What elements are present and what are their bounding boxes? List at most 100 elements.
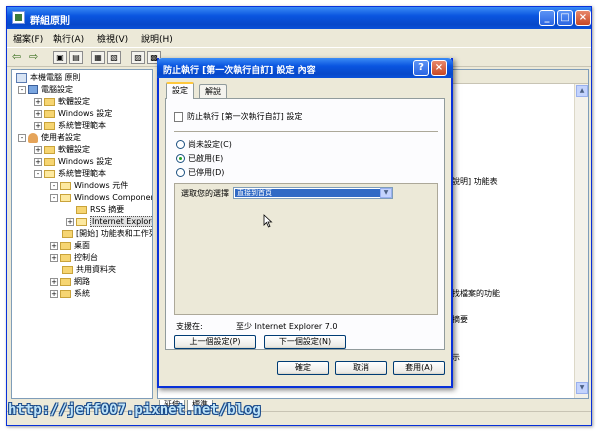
expand-icon[interactable]: + bbox=[34, 97, 42, 106]
tree-item-control-panel[interactable]: + 控制台 bbox=[50, 252, 98, 264]
tree-item-software-settings[interactable]: + 軟體設定 bbox=[34, 96, 90, 108]
tree-item-windows-settings[interactable]: + Windows 設定 bbox=[34, 108, 112, 120]
dialog-title: 防止執行 [第一次執行自訂] 設定 內容 bbox=[163, 66, 316, 76]
policy-name: 防止執行 [第一次執行自訂] 設定 bbox=[174, 111, 302, 122]
close-button[interactable]: × bbox=[575, 10, 591, 26]
tree-item-user-config[interactable]: - 使用者設定 bbox=[18, 132, 81, 144]
tree-item-admin-templates[interactable]: + 系統管理範本 bbox=[34, 120, 106, 132]
menu-bar: 檔案(F) 執行(A) 檢視(V) 說明(H) bbox=[7, 30, 591, 46]
radio-enabled[interactable]: 已啟用(E) bbox=[176, 153, 223, 165]
options-box: 選取您的選擇 直接到首頁 ▼ bbox=[174, 183, 438, 315]
radio-button[interactable] bbox=[176, 168, 185, 177]
choice-dropdown[interactable]: 直接到首頁 ▼ bbox=[233, 187, 393, 199]
minimize-button[interactable]: _ bbox=[539, 10, 555, 26]
tree-item-internet-explorer[interactable]: + Internet Explorer bbox=[66, 216, 152, 228]
dialog-title-bar[interactable]: 防止執行 [第一次執行自訂] 設定 內容 ? × bbox=[157, 58, 453, 78]
collapse-icon[interactable]: - bbox=[18, 133, 26, 142]
previous-setting-button[interactable]: 上一個設定(P) bbox=[174, 335, 256, 349]
choose-label: 選取您的選擇 bbox=[181, 189, 229, 198]
tree-item-user-admin-templates[interactable]: - 系統管理範本 bbox=[34, 168, 106, 180]
tree-item-user-windows-settings[interactable]: + Windows 設定 bbox=[34, 156, 112, 168]
tab-settings[interactable]: 設定 bbox=[166, 82, 194, 99]
right-pane-text: 找檔案的功能 bbox=[452, 289, 500, 298]
expand-icon[interactable]: + bbox=[66, 217, 74, 226]
scroll-up-icon[interactable]: ▲ bbox=[576, 85, 588, 97]
title-bar[interactable]: 群組原則 _ □ × bbox=[7, 7, 591, 29]
right-pane-text: 摘要 bbox=[452, 315, 468, 324]
open-folder-icon bbox=[76, 217, 87, 226]
folder-icon bbox=[44, 157, 55, 166]
collapse-icon[interactable]: - bbox=[34, 169, 42, 178]
menu-file[interactable]: 檔案(F) bbox=[13, 32, 43, 45]
dialog-close-button[interactable]: × bbox=[431, 60, 447, 76]
expand-icon[interactable]: + bbox=[34, 145, 42, 154]
folder-icon bbox=[60, 289, 71, 298]
open-folder-icon bbox=[60, 181, 71, 190]
maximize-button[interactable]: □ bbox=[557, 10, 573, 26]
tree-item-shared-folders[interactable]: 共用資料夾 bbox=[62, 264, 116, 276]
up-folder-icon[interactable]: ▣ bbox=[53, 51, 67, 64]
right-pane-text: 示 bbox=[452, 353, 460, 362]
tree-item-desktop[interactable]: + 桌面 bbox=[50, 240, 90, 252]
help-button[interactable]: ? bbox=[413, 60, 429, 76]
tree-item-windows-components[interactable]: -Windows Components bbox=[50, 192, 152, 204]
user-icon bbox=[28, 132, 38, 143]
open-folder-icon bbox=[44, 169, 55, 178]
tree-item-network[interactable]: + 網路 bbox=[50, 276, 90, 288]
back-arrow-icon[interactable]: ⇦ bbox=[12, 51, 21, 63]
tree-item-user-software-settings[interactable]: + 軟體設定 bbox=[34, 144, 90, 156]
right-pane-text: 說明] 功能表 bbox=[452, 177, 498, 186]
folder-icon bbox=[44, 109, 55, 118]
policy-icon bbox=[16, 72, 27, 83]
blog-url-watermark: http://jeff007.pixnet.net/blog bbox=[8, 402, 261, 418]
properties-icon[interactable]: ▦ bbox=[91, 51, 105, 64]
radio-button-checked[interactable] bbox=[176, 154, 185, 163]
expand-icon[interactable]: + bbox=[50, 253, 58, 262]
apply-button[interactable]: 套用(A) bbox=[393, 361, 445, 375]
chevron-down-icon[interactable]: ▼ bbox=[380, 188, 392, 198]
expand-icon[interactable]: + bbox=[50, 289, 58, 298]
next-setting-button[interactable]: 下一個設定(N) bbox=[264, 335, 346, 349]
main-window: 群組原則 _ □ × 檔案(F) 執行(A) 檢視(V) 說明(H) ⇦ ⇨ ▣… bbox=[6, 6, 592, 426]
cancel-button[interactable]: 取消 bbox=[335, 361, 387, 375]
tree-item-local-policy[interactable]: 本機電腦 原則 bbox=[16, 72, 81, 84]
menu-action[interactable]: 執行(A) bbox=[53, 32, 84, 45]
folder-icon bbox=[76, 205, 87, 214]
tree-item-start-menu[interactable]: [開始] 功能表和工作列 bbox=[62, 228, 152, 240]
collapse-icon[interactable]: - bbox=[50, 193, 58, 202]
mouse-cursor-icon bbox=[263, 214, 273, 228]
radio-button[interactable] bbox=[176, 140, 185, 149]
expand-icon[interactable]: + bbox=[34, 121, 42, 130]
radio-not-configured[interactable]: 尚未設定(C) bbox=[176, 139, 232, 151]
ok-button[interactable]: 確定 bbox=[277, 361, 329, 375]
tree-item-computer-config[interactable]: - 電腦設定 bbox=[18, 84, 73, 96]
export-list-icon[interactable]: ▧ bbox=[107, 51, 121, 64]
tree-item-windows-components-zh[interactable]: - Windows 元件 bbox=[50, 180, 128, 192]
tree-pane[interactable]: 本機電腦 原則 - 電腦設定 + 軟體設定 + Windows 設定 + 系統管理範本 … bbox=[11, 69, 153, 399]
help-icon[interactable]: ▨ bbox=[131, 51, 145, 64]
folder-icon bbox=[62, 265, 73, 274]
policy-properties-dialog: 防止執行 [第一次執行自訂] 設定 內容 ? × 設定 解說 防止執行 [第一次… bbox=[157, 58, 453, 388]
expand-icon[interactable]: + bbox=[34, 157, 42, 166]
tab-explain[interactable]: 解說 bbox=[199, 84, 227, 98]
show-tree-icon[interactable]: ▤ bbox=[69, 51, 83, 64]
expand-icon[interactable]: + bbox=[34, 109, 42, 118]
forward-arrow-icon[interactable]: ⇨ bbox=[29, 51, 38, 63]
tree-item-system[interactable]: + 系統 bbox=[50, 288, 90, 300]
collapse-icon[interactable]: - bbox=[18, 85, 26, 94]
collapse-icon[interactable]: - bbox=[50, 181, 58, 190]
folder-icon bbox=[62, 229, 73, 238]
choice-dropdown-value: 直接到首頁 bbox=[235, 189, 380, 197]
expand-icon[interactable]: + bbox=[50, 241, 58, 250]
folder-icon bbox=[60, 277, 71, 286]
radio-disabled[interactable]: 已停用(D) bbox=[176, 167, 224, 179]
group-policy-icon bbox=[12, 11, 25, 24]
vertical-scrollbar[interactable]: ▲ ▼ bbox=[574, 84, 588, 398]
folder-icon bbox=[44, 145, 55, 154]
scroll-down-icon[interactable]: ▼ bbox=[576, 382, 588, 394]
tree-item-rss-feeds[interactable]: RSS 摘要 bbox=[76, 204, 124, 216]
menu-view[interactable]: 檢視(V) bbox=[97, 32, 128, 45]
expand-icon[interactable]: + bbox=[50, 277, 58, 286]
menu-help[interactable]: 說明(H) bbox=[141, 32, 173, 45]
folder-icon bbox=[44, 121, 55, 130]
